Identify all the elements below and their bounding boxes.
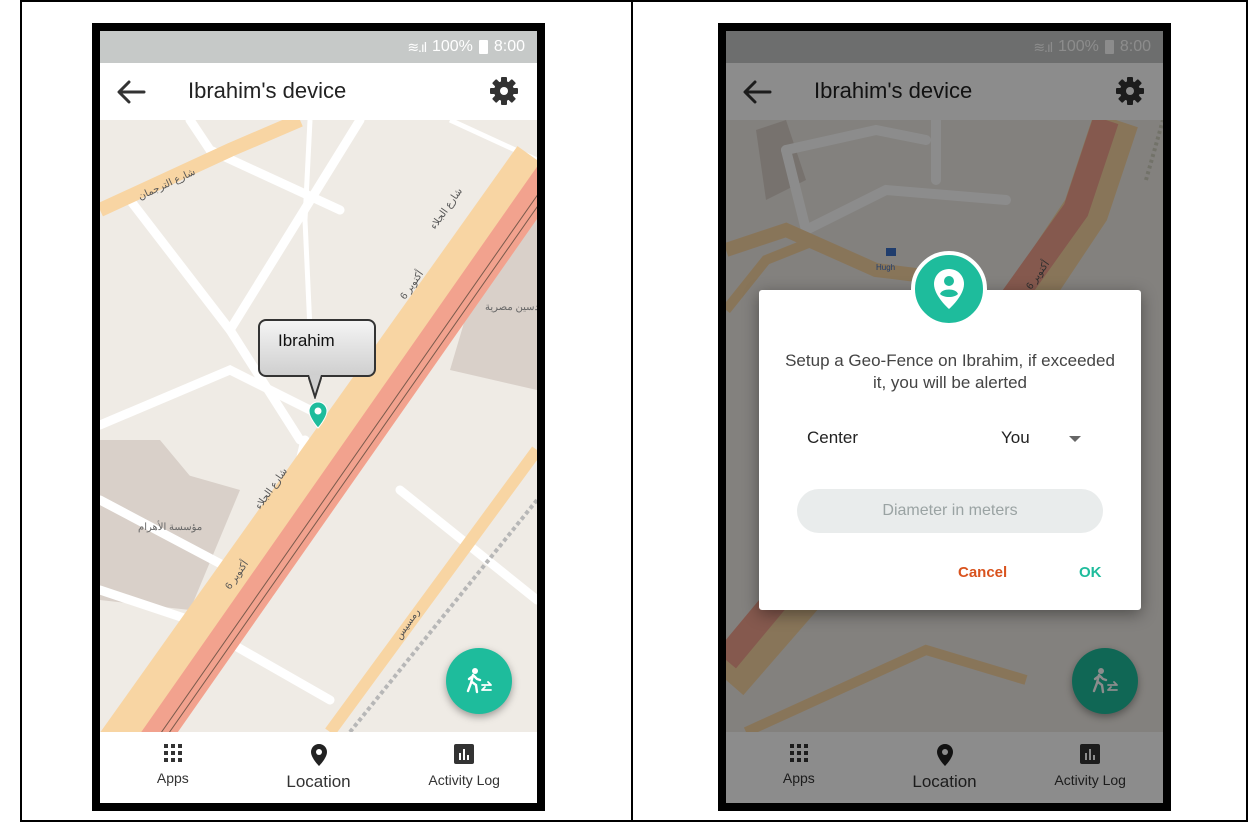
battery-icon (478, 40, 488, 54)
nav-apps[interactable]: Apps (100, 732, 246, 803)
app-bar: Ibrahim's device (100, 63, 537, 120)
walk-switch-icon (466, 668, 492, 694)
wifi-signal-icon: ≋.ıl (407, 38, 427, 55)
ok-button[interactable]: OK (1079, 564, 1102, 581)
nav-location-label: Location (286, 772, 351, 791)
map-poi-label: نقابة مهندسين مصرية (485, 302, 537, 313)
screen-left: ≋.ıl 100% 8:00 Ibrahim's device شارع الت… (100, 31, 537, 803)
location-pin-icon[interactable] (308, 401, 328, 429)
gear-icon[interactable] (488, 75, 520, 107)
center-select-value: You (1001, 428, 1030, 447)
clock: 8:00 (493, 38, 525, 55)
dialog-message: Setup a Geo-Fence on Ibrahim, if exceede… (785, 351, 1115, 392)
back-arrow-icon[interactable] (116, 79, 146, 105)
activity-chart-icon (454, 744, 475, 764)
nav-activity-log[interactable]: Activity Log (391, 732, 537, 803)
nav-apps-label: Apps (156, 770, 189, 786)
nav-activity-label: Activity Log (428, 772, 500, 788)
location-pin-icon (310, 744, 327, 766)
status-bar: ≋.ıl 100% 8:00 (100, 31, 537, 63)
battery-percent: 100% (431, 38, 473, 55)
phone-right: ≋.ıl 100% 8:00 Ibrahim's device Hugh 6 أ… (718, 23, 1171, 811)
screen-right: ≋.ıl 100% 8:00 Ibrahim's device Hugh 6 أ… (726, 31, 1163, 803)
map-poi-label: مؤسسة الأهرام (138, 521, 202, 533)
apps-grid-icon (163, 744, 182, 762)
center-select[interactable]: You (1001, 426, 1091, 450)
geofence-dialog: Setup a Geo-Fence on Ibrahim, if exceede… (759, 290, 1141, 610)
callout-tail (308, 375, 322, 399)
nav-location[interactable]: Location (246, 732, 392, 803)
diameter-input[interactable] (797, 489, 1103, 533)
center-label: Center (807, 428, 859, 447)
cancel-button[interactable]: Cancel (958, 564, 1007, 581)
walk-switch-fab[interactable] (446, 648, 512, 714)
geofence-person-icon (934, 269, 964, 309)
callout-name: Ibrahim (278, 331, 335, 350)
page-title: Ibrahim's device (188, 78, 347, 103)
panel-divider (631, 0, 633, 822)
phone-left: ≋.ıl 100% 8:00 Ibrahim's device شارع الت… (92, 23, 545, 811)
device-name-callout: Ibrahim (258, 319, 376, 377)
geofence-badge (911, 251, 987, 327)
dropdown-arrow-icon (1069, 436, 1081, 442)
bottom-nav: Apps Location Activity Log (100, 732, 537, 803)
